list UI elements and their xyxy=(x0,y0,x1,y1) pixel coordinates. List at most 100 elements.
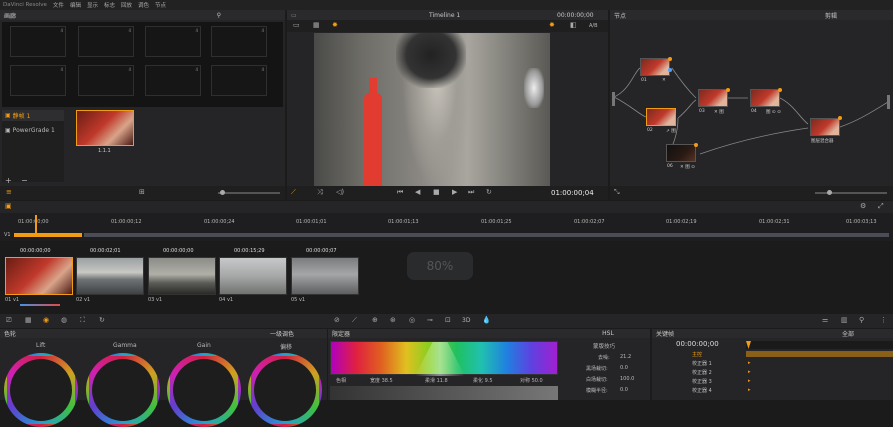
node-port[interactable] xyxy=(668,57,672,61)
menu-edit[interactable]: 编辑 xyxy=(70,1,81,9)
track-arrow-icon[interactable]: ▸ xyxy=(748,360,751,366)
hsl-mode[interactable]: HSL xyxy=(602,330,614,337)
blur-icon[interactable]: ◎ xyxy=(409,317,415,324)
grid-icon[interactable]: ▦ xyxy=(313,22,320,29)
lift-wheel[interactable] xyxy=(4,353,78,427)
node-zoom-handle[interactable] xyxy=(827,190,832,195)
gamma-wheel[interactable] xyxy=(86,353,160,427)
curves-icon[interactable]: ⊘ xyxy=(334,317,340,324)
shuffle-icon[interactable]: ⤨ xyxy=(317,189,323,196)
search-icon[interactable]: ⚲ xyxy=(217,12,221,19)
node-port[interactable] xyxy=(838,116,842,120)
node-06[interactable] xyxy=(666,144,696,162)
keyframe-ruler[interactable] xyxy=(746,341,893,349)
keyframes-filter[interactable]: 全部 xyxy=(842,329,854,338)
reverse-icon[interactable]: ◀ xyxy=(415,189,420,196)
still-slot[interactable]: 4 xyxy=(211,26,267,57)
track-arrow-icon[interactable]: ▸ xyxy=(748,387,751,393)
dropper-icon[interactable]: ⟋ xyxy=(291,189,296,196)
menu-mark[interactable]: 标志 xyxy=(104,1,115,9)
menu-file[interactable]: 文件 xyxy=(53,1,64,9)
window-icon[interactable]: ⊕ xyxy=(372,317,378,324)
clip-thumbnail-04[interactable] xyxy=(219,257,287,295)
keyframe-playhead[interactable] xyxy=(746,341,751,349)
still-slot[interactable]: 4 xyxy=(145,26,201,57)
rgb-mixer-icon[interactable]: ◍ xyxy=(61,317,67,324)
saturation-strip[interactable] xyxy=(330,386,558,400)
key-icon[interactable]: ⊸ xyxy=(427,317,433,324)
album-item-stills[interactable]: ▣ 静帧 1 xyxy=(2,110,64,121)
ab-toggle[interactable]: A/B xyxy=(589,23,598,29)
viewer-mode-icon[interactable]: ▭ xyxy=(291,12,297,19)
clip-thumbnail-05[interactable] xyxy=(291,257,359,295)
node-zoom-slider[interactable] xyxy=(815,190,887,195)
track-arrow-icon[interactable]: ▸ xyxy=(748,378,751,384)
offset-wheel[interactable] xyxy=(248,353,322,427)
skip-forward-icon[interactable]: ⏭ xyxy=(468,189,474,196)
add-album-button[interactable]: + xyxy=(5,176,12,185)
timeline-name[interactable]: Timeline 1 xyxy=(429,12,460,19)
node-port[interactable] xyxy=(694,143,698,147)
color-match-icon[interactable]: ▦ xyxy=(25,317,32,324)
skip-back-icon[interactable]: ⏮ xyxy=(397,189,403,196)
keyframe-toggle-icon[interactable]: ⚌ xyxy=(822,317,828,324)
audio-icon[interactable]: ◁) xyxy=(336,189,344,196)
tracker-icon[interactable]: ⊛ xyxy=(390,317,396,324)
qualifier-selection[interactable] xyxy=(415,342,465,376)
3d-button[interactable]: 3D xyxy=(462,317,470,324)
timeline-ruler[interactable]: 01:00:00;00 01:00:00;12 01:00:00;24 01:0… xyxy=(0,217,893,231)
timeline-toggle-icon[interactable]: ▣ xyxy=(5,203,12,210)
clip-thumbnail-01[interactable] xyxy=(5,257,73,295)
timeline-option-icon[interactable]: ⚙ xyxy=(860,203,866,210)
node-output-marker[interactable] xyxy=(887,95,890,109)
still-slot[interactable]: 4 xyxy=(10,26,66,57)
node-port[interactable] xyxy=(778,88,782,92)
keyframe-track[interactable]: 校正器 3 xyxy=(692,378,712,385)
gain-wheel[interactable] xyxy=(167,353,241,427)
node-tool-icon[interactable]: ⤡ xyxy=(614,189,620,196)
still-slot[interactable]: 4 xyxy=(10,65,66,96)
param-soft[interactable]: 柔滑 11.8 xyxy=(425,377,448,384)
loop-icon[interactable]: ↻ xyxy=(486,189,492,196)
still-slot[interactable]: 4 xyxy=(145,65,201,96)
param-soften[interactable]: 柔化 9.5 xyxy=(473,377,493,384)
wipe-icon[interactable]: ✸ xyxy=(549,22,555,29)
album-item-powergrade[interactable]: ▣ PowerGrade 1 xyxy=(2,125,64,136)
node-input-marker[interactable] xyxy=(612,92,615,106)
track-clip-bar[interactable] xyxy=(84,233,889,237)
node-layer-mixer[interactable] xyxy=(810,118,840,136)
clip-thumbnail-03[interactable] xyxy=(148,257,216,295)
track-clip-bar[interactable] xyxy=(14,233,82,237)
motion-effects-icon[interactable]: ⛶ xyxy=(80,317,85,324)
play-icon[interactable]: ▶ xyxy=(452,189,457,196)
still-slot[interactable]: 4 xyxy=(78,65,134,96)
menu-nodes[interactable]: 节点 xyxy=(155,1,166,9)
menu-view[interactable]: 显示 xyxy=(87,1,98,9)
blur-radius-value[interactable]: 0.0 xyxy=(620,387,628,393)
drop-icon[interactable]: 💧 xyxy=(482,317,491,324)
list-view-icon[interactable]: ▭ xyxy=(293,22,300,29)
reset-icon[interactable]: ↻ xyxy=(99,317,105,324)
keyframe-track[interactable]: 校正器 1 xyxy=(692,360,712,367)
zoom-slider-handle[interactable] xyxy=(220,190,225,195)
more-icon[interactable]: ⋮ xyxy=(880,317,887,324)
node-04[interactable] xyxy=(750,89,780,107)
param-symmetry[interactable]: 对称 50.0 xyxy=(520,377,543,384)
keyframe-track[interactable]: 校正器 2 xyxy=(692,369,712,376)
stop-icon[interactable]: ■ xyxy=(433,189,440,196)
sizing-icon[interactable]: ⊡ xyxy=(445,317,451,324)
split-icon[interactable]: ◧ xyxy=(570,22,577,29)
grid-view-icon[interactable]: ⊞ xyxy=(139,189,145,196)
still-slot[interactable]: 4 xyxy=(211,65,267,96)
menu-playback[interactable]: 回放 xyxy=(121,1,132,9)
zoom-slider[interactable] xyxy=(218,190,280,195)
info-search-icon[interactable]: ⚲ xyxy=(859,317,864,324)
menu-color[interactable]: 调色 xyxy=(138,1,149,9)
white-clip-value[interactable]: 100.0 xyxy=(620,376,634,382)
node-01[interactable] xyxy=(640,58,670,76)
denoise-value[interactable]: 21.2 xyxy=(620,354,631,360)
keyframe-track[interactable]: 校正器 4 xyxy=(692,387,712,394)
node-02[interactable] xyxy=(646,108,676,126)
param-width[interactable]: 宽度 38.5 xyxy=(370,377,393,384)
qualifier-icon[interactable]: ⟋ xyxy=(352,317,357,324)
